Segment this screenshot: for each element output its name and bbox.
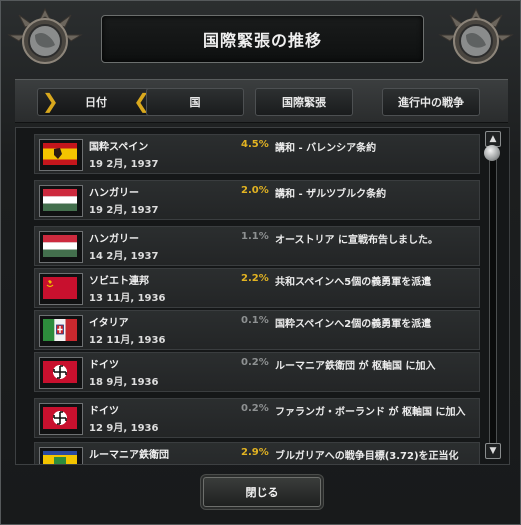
event-date: 12 9月, 1936 xyxy=(89,423,159,434)
flag-germany-icon xyxy=(43,407,77,429)
event-description: 講和 - バレンシア条約 xyxy=(275,143,377,154)
tab-label: 国際緊張 xyxy=(282,96,326,109)
event-date: 18 9月, 1936 xyxy=(89,377,159,388)
scroll-down-button[interactable]: ▼ xyxy=(485,443,501,459)
tension-value: 0.2% xyxy=(241,357,269,368)
chevron-right-icon: ❯ xyxy=(42,89,59,113)
flag-hungary-icon xyxy=(43,189,77,211)
flag-nationalist-spain-icon xyxy=(43,143,77,165)
tab-label: 進行中の戦争 xyxy=(398,96,464,109)
tab-date[interactable]: ❯ 日付 ❮ xyxy=(37,88,155,116)
country-name: 国粋スペイン xyxy=(89,142,149,153)
flag-italy-icon xyxy=(43,319,77,341)
flag-frame xyxy=(39,231,83,263)
country-name: ドイツ xyxy=(89,360,119,371)
tab-country[interactable]: 国 xyxy=(146,88,244,116)
flag-germany-icon xyxy=(43,361,77,383)
flag-romania-icon xyxy=(43,451,77,464)
list-item[interactable]: ソビエト連邦 13 11月, 1936 2.2% 共和スペインへ5個の義勇軍を派… xyxy=(34,268,480,308)
tab-label: 日付 xyxy=(85,96,107,109)
arrow-up-icon: ▲ xyxy=(489,134,497,144)
tension-history-window: 国際緊張の推移 ❯ 日付 ❮ 国 国際緊張 進行中の戦争 国粋スペイン 19 2… xyxy=(0,0,521,525)
arrow-down-icon: ▼ xyxy=(489,446,497,456)
list-item[interactable]: 国粋スペイン 19 2月, 1937 4.5% 講和 - バレンシア条約 xyxy=(34,134,480,174)
tab-label: 国 xyxy=(189,96,201,109)
event-date: 19 2月, 1937 xyxy=(89,205,159,216)
flag-frame xyxy=(39,315,83,347)
list-item[interactable]: ハンガリー 19 2月, 1937 2.0% 講和 - ザルツブルク条約 xyxy=(34,180,480,220)
flag-frame xyxy=(39,447,83,464)
tension-value: 4.5% xyxy=(241,139,269,150)
tension-value: 0.2% xyxy=(241,403,269,414)
event-description: ルーマニア鉄衛団 が 枢軸国 に加入 xyxy=(275,361,436,372)
country-name: イタリア xyxy=(89,318,129,329)
sort-tabs: ❯ 日付 ❮ 国 国際緊張 進行中の戦争 xyxy=(15,79,508,123)
event-description: 国粋スペインへ2個の義勇軍を派遣 xyxy=(275,319,432,330)
close-button-label: 閉じる xyxy=(245,486,279,499)
window-title: 国際緊張の推移 xyxy=(101,15,424,63)
flag-frame xyxy=(39,273,83,305)
close-button[interactable]: 閉じる xyxy=(203,477,321,507)
flag-frame xyxy=(39,139,83,171)
list-scrollbar[interactable]: ▲ ▼ xyxy=(484,131,502,459)
scroll-thumb[interactable] xyxy=(484,145,500,161)
globe-emblem-icon xyxy=(438,7,514,64)
event-date: 13 11月, 1936 xyxy=(89,293,166,304)
window-title-text: 国際緊張の推移 xyxy=(202,31,322,50)
flag-frame xyxy=(39,357,83,389)
list-item[interactable]: ハンガリー 14 2月, 1937 1.1% オーストリア に宣戦布告しました。 xyxy=(34,226,480,266)
country-name: ハンガリー xyxy=(89,188,139,199)
country-name: ハンガリー xyxy=(89,234,139,245)
country-name: ドイツ xyxy=(89,406,119,417)
tab-world-tension[interactable]: 国際緊張 xyxy=(255,88,353,116)
list-item[interactable]: ルーマニア鉄衛団 2.9% ブルガリアへの戦争目標(3.72)を正当化 xyxy=(34,442,480,464)
event-date: 19 2月, 1937 xyxy=(89,159,159,170)
list-item[interactable]: イタリア 12 11月, 1936 0.1% 国粋スペインへ2個の義勇軍を派遣 xyxy=(34,310,480,350)
tension-value: 0.1% xyxy=(241,315,269,326)
country-name: ルーマニア鉄衛団 xyxy=(89,450,169,461)
list-item[interactable]: ドイツ 12 9月, 1936 0.2% ファランガ・ボーランド が 枢軸国 に… xyxy=(34,398,480,438)
event-description: 講和 - ザルツブルク条約 xyxy=(275,189,387,200)
tension-value: 2.0% xyxy=(241,185,269,196)
scroll-track[interactable] xyxy=(489,147,497,445)
flag-hungary-icon xyxy=(43,235,77,257)
tension-value: 2.9% xyxy=(241,447,269,458)
tension-value: 1.1% xyxy=(241,231,269,242)
flag-frame xyxy=(39,185,83,217)
tab-ongoing-wars[interactable]: 進行中の戦争 xyxy=(382,88,480,116)
country-name: ソビエト連邦 xyxy=(89,276,149,287)
tension-value: 2.2% xyxy=(241,273,269,284)
event-description: 共和スペインへ5個の義勇軍を派遣 xyxy=(275,277,432,288)
globe-emblem-icon xyxy=(7,7,83,64)
tension-event-list[interactable]: 国粋スペイン 19 2月, 1937 4.5% 講和 - バレンシア条約 ハンガ… xyxy=(15,127,510,465)
list-item[interactable]: ドイツ 18 9月, 1936 0.2% ルーマニア鉄衛団 が 枢軸国 に加入 xyxy=(34,352,480,392)
event-date: 12 11月, 1936 xyxy=(89,335,166,346)
event-description: オーストリア に宣戦布告しました。 xyxy=(275,235,438,246)
flag-soviet-union-icon xyxy=(43,277,77,299)
flag-frame xyxy=(39,403,83,435)
event-date: 14 2月, 1937 xyxy=(89,251,159,262)
event-description: ファランガ・ボーランド が 枢軸国 に加入 xyxy=(275,407,466,418)
event-description: ブルガリアへの戦争目標(3.72)を正当化 xyxy=(275,451,459,462)
